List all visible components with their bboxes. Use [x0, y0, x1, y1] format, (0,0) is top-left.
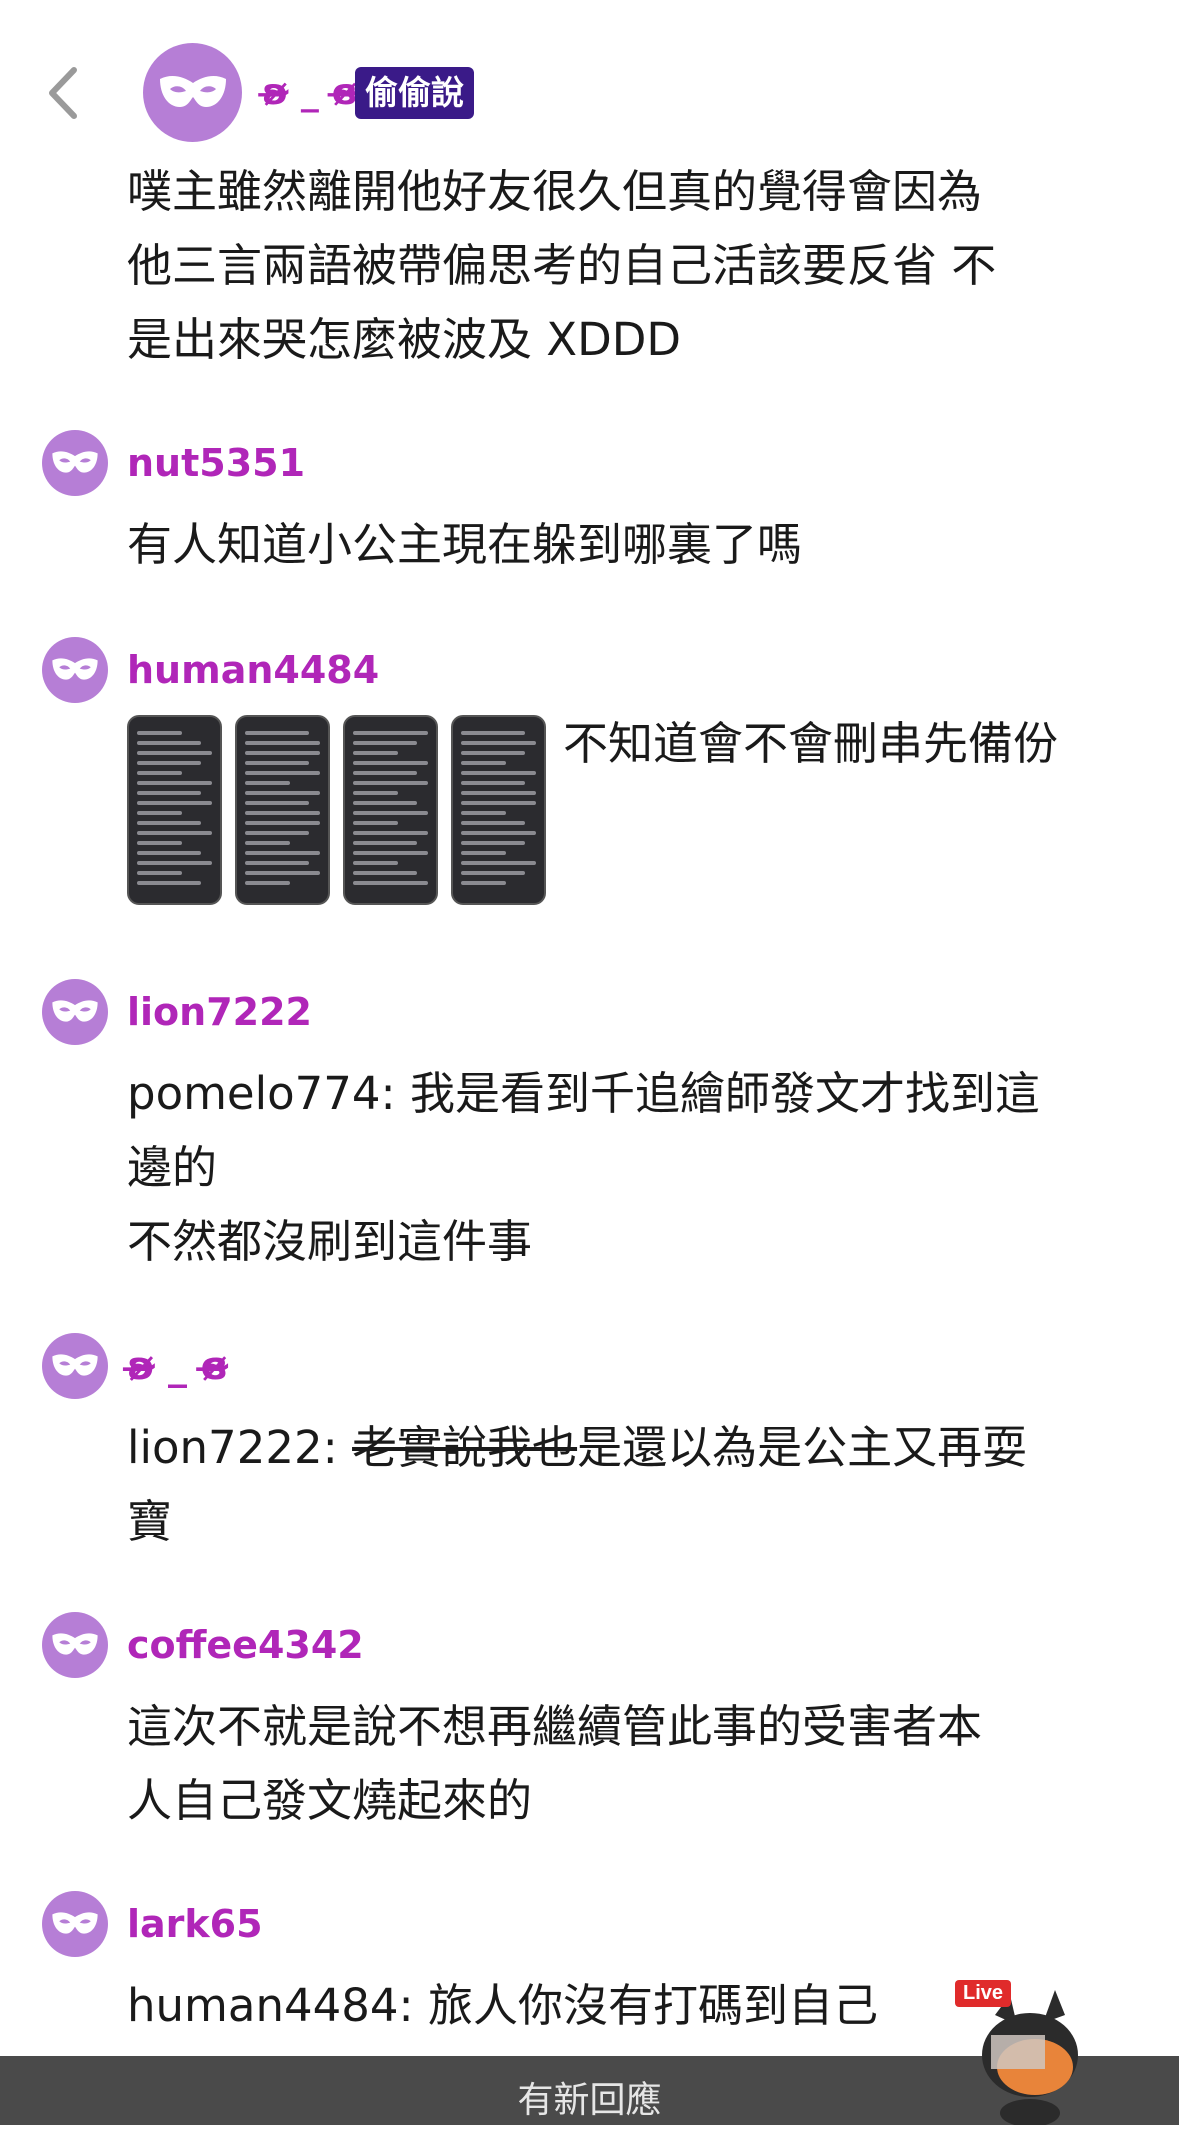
- author-name[interactable]: ʚ̴̶̷̷ _ ɞ̴̶̷: [262, 68, 358, 118]
- image-thumbnails: [127, 715, 546, 905]
- live-sticker[interactable]: Live: [955, 1975, 1105, 2127]
- response-text: 這次不就是說不想再繼續管此事的受害者本 人自己發文燒起來的: [127, 1700, 983, 1827]
- response-text: 不知道會不會刪串先備份: [563, 717, 1059, 770]
- response-text: 有人知道小公主現在躲到哪裏了嗎: [127, 518, 803, 571]
- mask-icon: [52, 451, 98, 473]
- chevron-left-icon: [49, 67, 77, 119]
- response-username[interactable]: human4484: [127, 645, 379, 695]
- response-text: pomelo774: 我是看到千追繪師發文才找到這 邊的 不然都沒刷到這件事: [127, 1067, 1041, 1268]
- anonymous-badge: 偷偷說: [355, 67, 474, 119]
- screenshot-thumbnail[interactable]: [451, 715, 546, 905]
- mask-icon: [52, 1000, 98, 1022]
- mask-icon: [159, 75, 226, 107]
- response-avatar[interactable]: [42, 1333, 108, 1399]
- response-username[interactable]: coffee4342: [127, 1620, 364, 1670]
- screenshot-thumbnail[interactable]: [127, 715, 222, 905]
- screenshot-thumbnail[interactable]: [343, 715, 438, 905]
- live-badge: Live: [955, 1980, 1012, 2007]
- response-avatar[interactable]: [42, 979, 108, 1045]
- response-username[interactable]: lion7222: [127, 987, 312, 1037]
- response-avatar[interactable]: [42, 1612, 108, 1678]
- reply-mention: lion7222:: [127, 1421, 353, 1474]
- response-avatar[interactable]: [42, 637, 108, 703]
- response-username[interactable]: lark65: [127, 1899, 263, 1949]
- response-avatar[interactable]: [42, 430, 108, 496]
- response-text: lion7222: 老實說我也是還以為是公主又再耍 寶: [127, 1411, 1127, 1559]
- post-content: 噗主雖然離開他好友很久但真的覺得會因為 他三言兩語被帶偏思考的自己活該要反省 不…: [127, 165, 997, 366]
- response-avatar[interactable]: [42, 1891, 108, 1957]
- response-username[interactable]: ʚ̴̶̷̷ _ ɞ̴̶̷: [127, 1341, 228, 1391]
- mask-icon: [52, 1633, 98, 1655]
- back-button[interactable]: [38, 58, 88, 128]
- screenshot-thumbnail[interactable]: [235, 715, 330, 905]
- response-username[interactable]: nut5351: [127, 438, 305, 488]
- author-avatar[interactable]: [143, 43, 242, 142]
- mask-icon: [52, 658, 98, 680]
- mask-icon: [52, 1912, 98, 1934]
- strikethrough-text: 老實說我也: [352, 1421, 578, 1474]
- mask-icon: [52, 1354, 98, 1376]
